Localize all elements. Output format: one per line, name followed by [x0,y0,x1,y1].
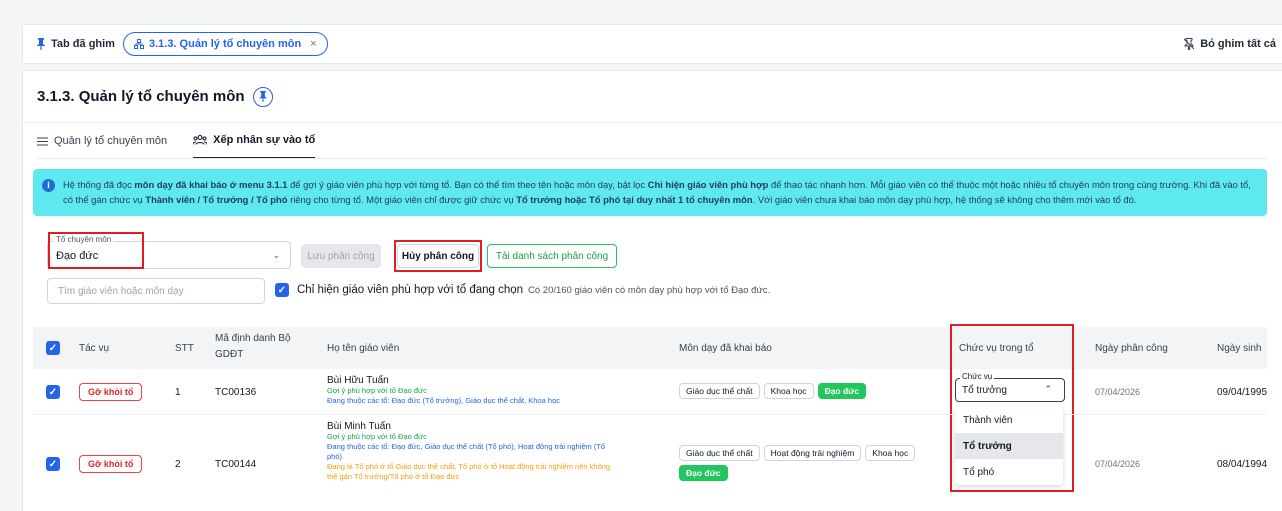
subject-tag: Giáo dục thể chất [679,383,760,399]
main-card: 3.1.3. Quản lý tổ chuyên môn Quản lý tổ … [22,70,1282,511]
warning-hint: Đang là Tổ phó ở tổ Giáo dục thể chất, T… [327,462,611,471]
info-text-4: riêng cho từng tổ. Một giáo viên chỉ đượ… [287,194,517,205]
col-assign-date: Ngày phân công [1095,343,1168,354]
info-bold-3: Thành viên / Tổ trưởng / Tổ phó [145,194,288,205]
subject-tag: Giáo dục thể chất [679,445,760,461]
page: Tab đã ghim 3.1.3. Quản lý tổ chuyên môn… [0,0,1282,511]
col-subjects: Môn dạy đã khai báo [679,343,772,354]
pinned-tabs-label: Tab đã ghim [37,38,115,50]
pin-icon [37,38,45,50]
info-banner: i Hệ thống đã đọc môn dạy đã khai báo ở … [33,169,1267,216]
close-icon[interactable]: × [310,38,316,50]
row-birth: 09/04/1995 [1217,387,1268,398]
row-assign-date: 07/04/2026 [1095,459,1141,469]
pinned-tab-label: 3.1.3. Quản lý tổ chuyên môn [148,38,302,50]
pinned-tabs-text: Tab đã ghim [51,38,115,50]
col-birth: Ngày sinh [1217,343,1262,354]
row-checkbox[interactable]: ✓ [46,457,60,471]
role-select-label: Chức vụ [960,372,995,381]
info-bold-1: môn dạy đã khai báo ở menu 3.1.1 [134,179,288,190]
pinned-tab-chip[interactable]: 3.1.3. Quản lý tổ chuyên môn × [122,32,328,56]
chevron-down-icon: ⌄ [272,250,280,260]
groups-hint: phó) [327,452,343,461]
tab-label: Quản lý tổ chuyên môn [54,135,168,147]
tab-bar: Quản lý tổ chuyên môn Xếp nhân sự vào tổ [37,123,316,159]
subject-tag: Khoa học [763,383,814,399]
subject-tag: Khoa học [865,445,916,461]
load-assignment-list-button[interactable]: Tải danh sách phân công [487,244,617,268]
row-stt: 2 [175,459,181,470]
row-checkbox[interactable]: ✓ [46,385,60,399]
subject-tags: Giáo dục thể chất Hoạt động trải nghiệm … [679,445,929,481]
warning-hint: thể gán Tổ trưởng/Tổ phó ở tổ Đạo đức [327,472,460,481]
role-select-value: Tổ trưởng [962,385,1007,396]
unpin-all-button[interactable]: Bỏ ghim tất cả [1184,38,1276,50]
row-code: TC00144 [215,459,257,470]
checkbox-checked-icon[interactable]: ✓ [275,283,289,297]
role-option-deputy[interactable]: Tổ phó [955,459,1063,485]
col-code-line2: GDĐT [215,349,244,360]
row-stt: 1 [175,387,181,398]
info-text-5: . Với giáo viên chưa khai báo môn dạy ph… [752,194,1137,205]
col-action: Tác vụ [79,343,110,354]
tab-manage-groups[interactable]: Quản lý tổ chuyên môn [37,123,167,159]
role-option-member[interactable]: Thành viên [955,407,1063,433]
teacher-name: Bùi Hữu Tuấn [327,375,389,386]
tab-assign-staff[interactable]: Xếp nhân sự vào tổ [193,123,316,159]
teacher-name: Bùi Minh Tuấn [327,421,391,432]
info-text-1: Hệ thống đã đọc [63,179,135,190]
card-header: 3.1.3. Quản lý tổ chuyên môn [23,71,1282,123]
table-row: ✓ Gỡ khỏi tổ 1 TC00136 Bùi Hữu Tuấn Gợi … [33,369,1267,415]
only-match-filter[interactable]: ✓ Chỉ hiện giáo viên phù hợp với tổ đang… [275,283,523,297]
users-icon [193,135,208,145]
page-title: 3.1.3. Quản lý tổ chuyên môn [37,88,245,105]
remove-from-group-button[interactable]: Gỡ khỏi tổ [79,383,143,401]
groups-hint: Đang thuộc các tổ: Đạo đức, Giáo dục thể… [327,442,606,451]
pin-icon [258,91,267,102]
col-name: Họ tên giáo viên [327,343,400,354]
teacher-search-input[interactable]: Tìm giáo viên hoặc môn dạy [47,278,265,304]
role-option-leader[interactable]: Tổ trưởng [955,433,1063,459]
list-icon [37,137,48,145]
pinned-tabs-bar: Tab đã ghim 3.1.3. Quản lý tổ chuyên môn… [22,24,1282,64]
remove-from-group-button[interactable]: Gỡ khỏi tổ [79,455,143,473]
tab-label: Xếp nhân sự vào tổ [213,134,316,146]
search-placeholder: Tìm giáo viên hoặc môn dạy [58,285,184,297]
pin-page-button[interactable] [252,86,273,107]
info-icon: i [42,179,55,192]
subject-tag: Hoạt động trải nghiệm [763,445,862,461]
info-text-2: để gợi ý giáo viên phù hợp với từng tổ. … [287,179,648,190]
table-header: ✓ Tác vụ STT Mã định danh Bộ GDĐT Họ tên… [33,327,1267,369]
org-icon [133,39,144,49]
subject-tag-match: Đạo đức [817,383,867,399]
row-code: TC00136 [215,387,257,398]
select-all-checkbox[interactable]: ✓ [46,341,60,355]
save-assignment-button[interactable]: Lưu phân công [301,244,381,268]
match-count-text: Có 20/160 giáo viên có môn dạy phù hợp v… [528,285,771,296]
col-stt: STT [175,343,194,354]
only-match-label: Chỉ hiện giáo viên phù hợp với tổ đang c… [297,284,524,296]
unpin-icon [1184,38,1195,50]
unpin-all-label: Bỏ ghim tất cả [1200,38,1276,50]
highlight-group-select [48,232,144,269]
groups-hint: Đang thuộc các tổ: Đạo đức (Tổ trưởng), … [327,396,560,405]
row-birth: 08/04/1994 [1217,459,1268,470]
tab-divider [37,158,1267,159]
highlight-cancel-button [394,240,482,272]
subject-tags: Giáo dục thể chất Khoa học Đạo đức [679,383,870,399]
role-dropdown-menu: Thành viên Tổ trưởng Tổ phó [955,407,1063,485]
row-name-cell: Bùi Minh Tuấn Gợi ý phù hợp với tổ Đạo đ… [327,421,610,482]
chevron-up-icon: ⌃ [1044,384,1052,394]
suggest-hint: Gợi ý phù hợp với tổ Đạo đức [327,386,427,395]
col-code-line1: Mã định danh Bộ [215,333,291,344]
row-name-cell: Bùi Hữu Tuấn Gợi ý phù hợp với tổ Đạo đứ… [327,375,560,406]
info-bold-2: Chỉ hiện giáo viên phù hợp [647,179,769,190]
table-row: ✓ Gỡ khỏi tổ 2 TC00144 Bùi Minh Tuấn Gợi… [33,415,1267,511]
info-bold-4: Tổ trưởng hoặc Tổ phó tại duy nhất 1 tổ … [516,194,753,205]
role-select[interactable]: Chức vụ Tổ trưởng ⌃ [955,372,1065,402]
subject-tag-match: Đạo đức [679,465,728,481]
row-assign-date: 07/04/2026 [1095,387,1141,397]
suggest-hint: Gợi ý phù hợp với tổ Đạo đức [327,432,427,441]
